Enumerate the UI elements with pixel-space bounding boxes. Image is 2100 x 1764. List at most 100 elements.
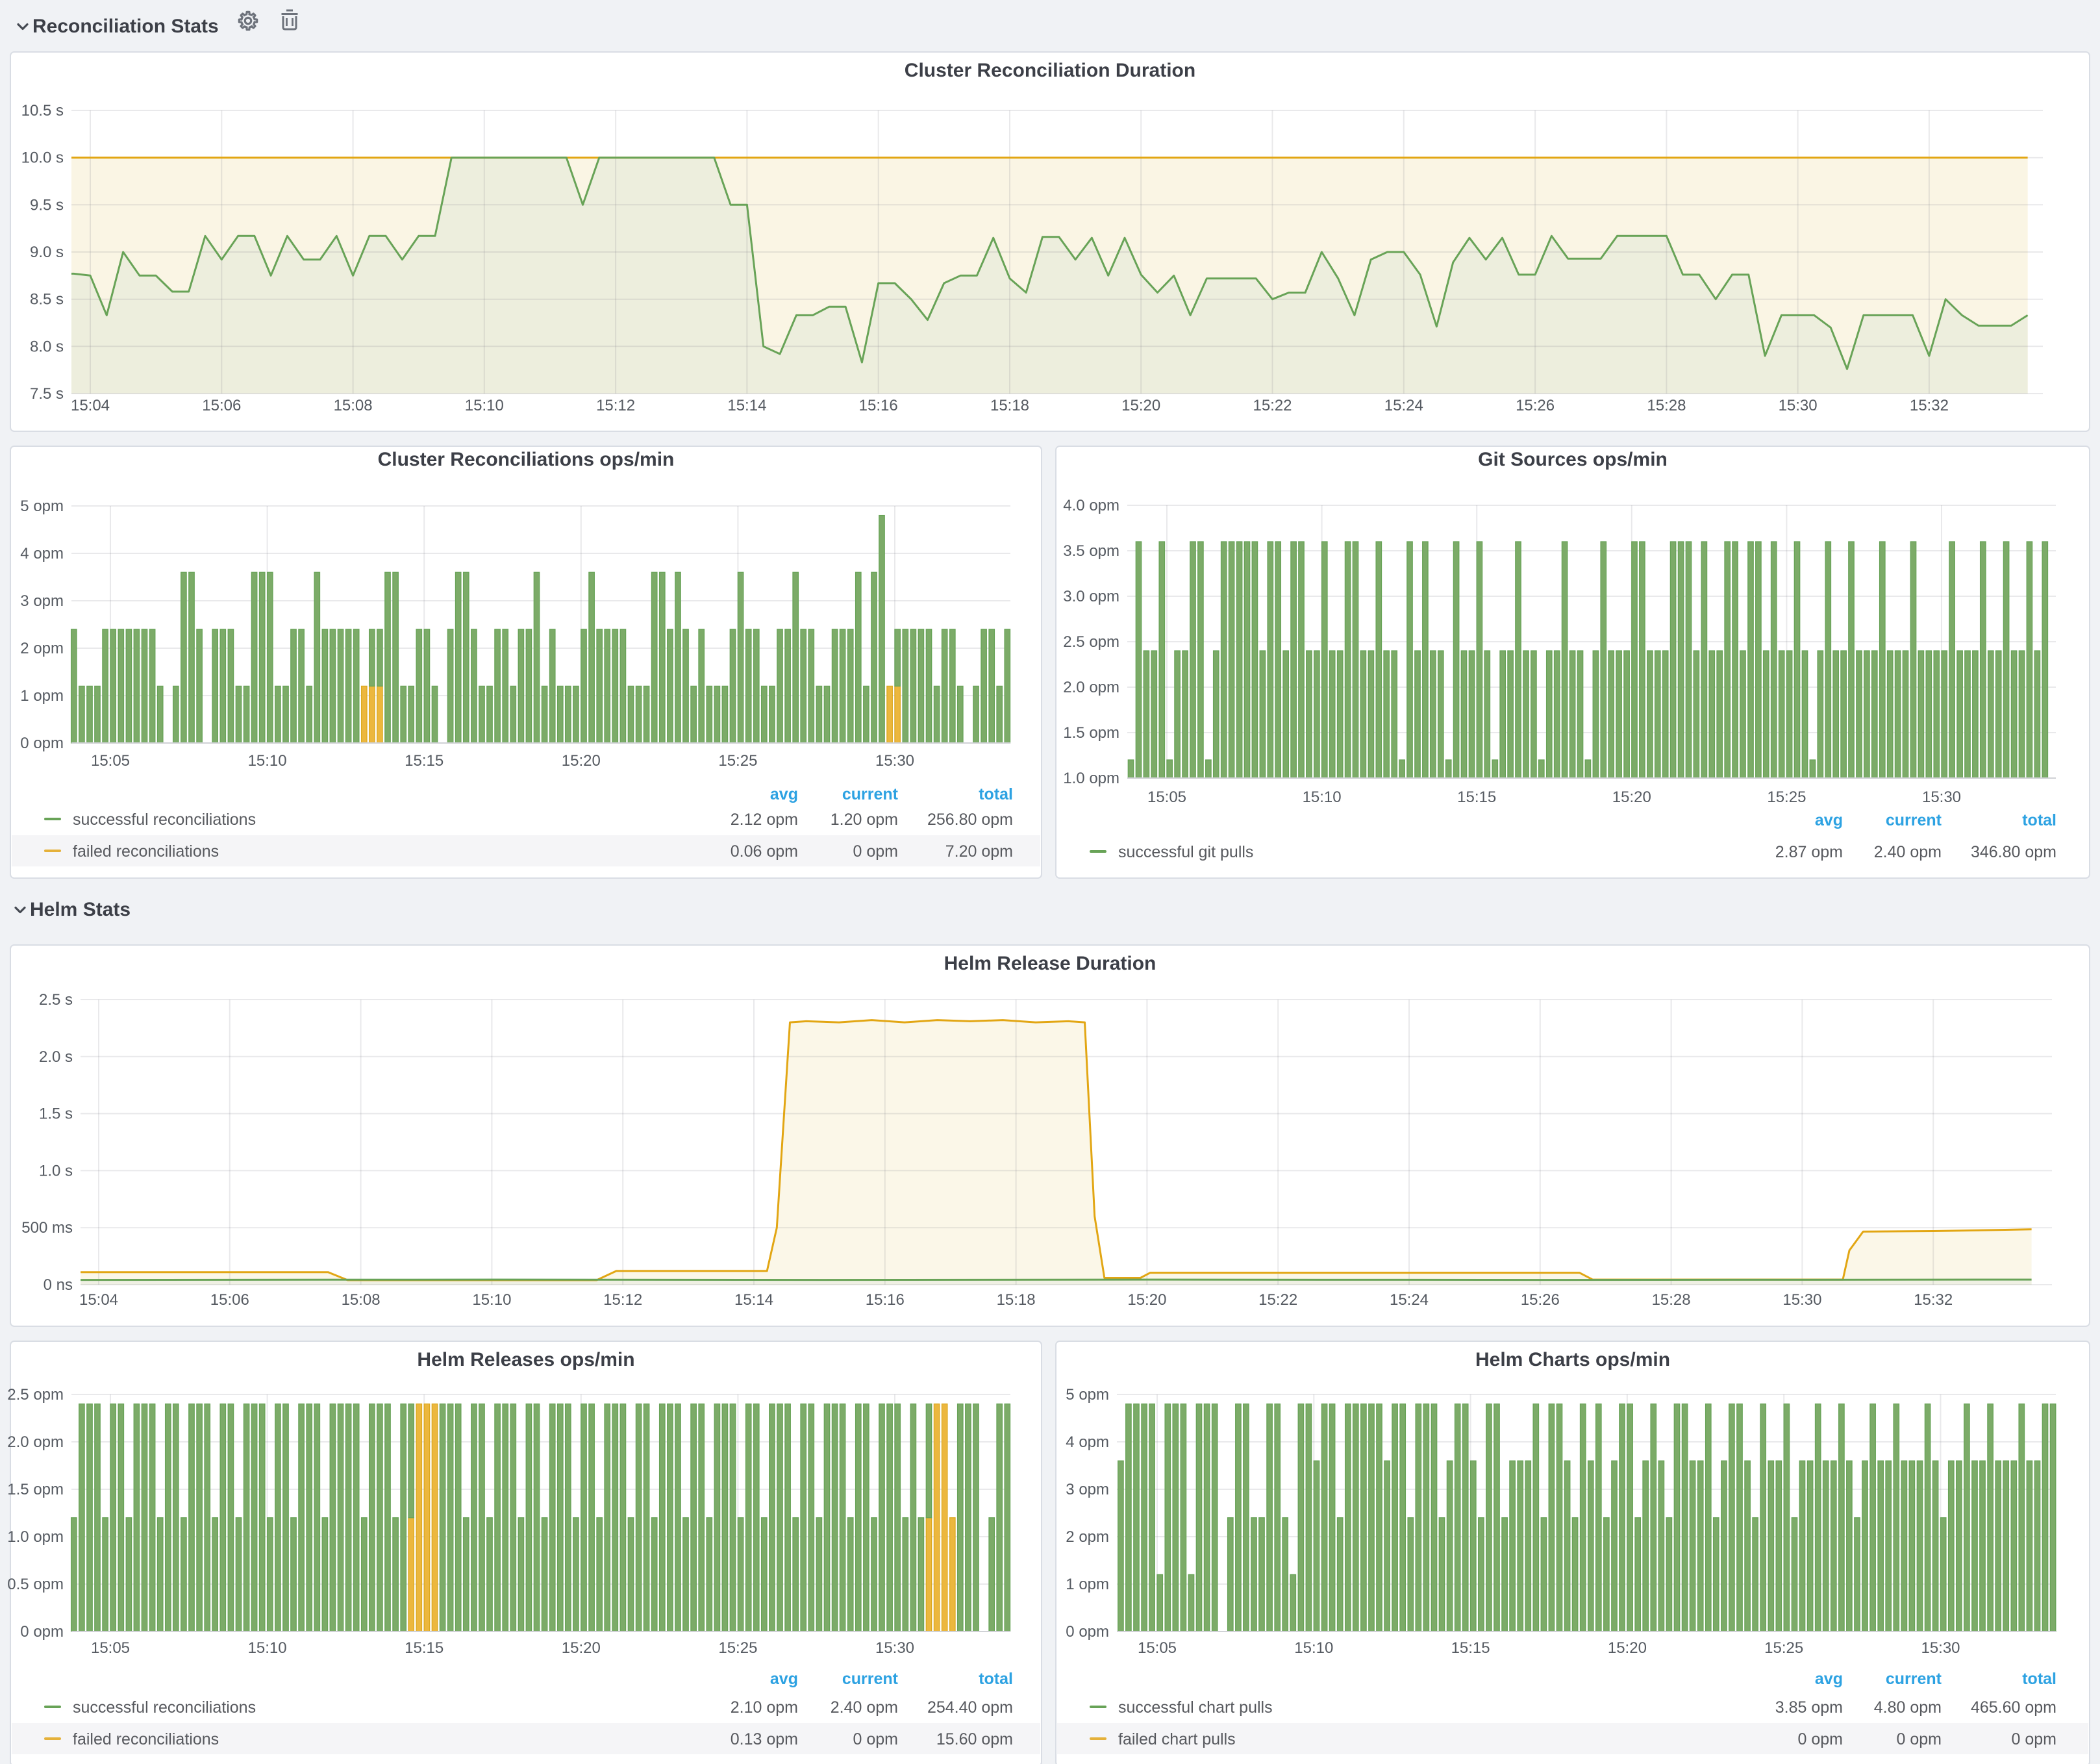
svg-text:15:05: 15:05	[91, 752, 130, 770]
svg-text:10.5 s: 10.5 s	[21, 102, 64, 120]
svg-text:Helm Charts ops/min: Helm Charts ops/min	[1475, 1349, 1670, 1370]
svg-text:15:28: 15:28	[1652, 1291, 1691, 1309]
svg-text:15:25: 15:25	[718, 1639, 757, 1657]
svg-text:total: total	[979, 1670, 1013, 1688]
svg-text:2 opm: 2 opm	[20, 640, 64, 657]
svg-text:4 opm: 4 opm	[20, 545, 64, 562]
svg-text:3.0 opm: 3.0 opm	[1063, 588, 1119, 605]
svg-text:15:26: 15:26	[1521, 1291, 1560, 1309]
svg-text:2.87 opm: 2.87 opm	[1775, 843, 1843, 861]
svg-text:15.60 opm: 15.60 opm	[936, 1730, 1013, 1748]
svg-text:0.5 opm: 0.5 opm	[7, 1576, 64, 1593]
svg-text:15:18: 15:18	[990, 397, 1029, 414]
svg-text:2 opm: 2 opm	[1066, 1528, 1109, 1546]
svg-text:Helm Stats: Helm Stats	[30, 899, 131, 920]
svg-text:15:04: 15:04	[71, 397, 110, 414]
svg-text:256.80 opm: 256.80 opm	[927, 811, 1013, 829]
svg-text:8.0 s: 8.0 s	[30, 338, 64, 355]
svg-text:15:15: 15:15	[405, 752, 444, 770]
svg-text:0 opm: 0 opm	[20, 735, 64, 752]
svg-text:Cluster Reconciliations ops/mi: Cluster Reconciliations ops/min	[378, 449, 675, 470]
svg-text:1.5 s: 1.5 s	[39, 1105, 73, 1123]
svg-text:15:15: 15:15	[1451, 1639, 1490, 1657]
svg-text:2.0 s: 2.0 s	[39, 1048, 73, 1066]
svg-text:successful reconciliations: successful reconciliations	[73, 1698, 256, 1717]
svg-text:346.80 opm: 346.80 opm	[1971, 843, 2056, 861]
svg-text:2.5 opm: 2.5 opm	[1063, 633, 1119, 651]
svg-text:15:25: 15:25	[718, 752, 757, 770]
svg-text:15:08: 15:08	[342, 1291, 381, 1309]
svg-text:3 opm: 3 opm	[20, 592, 64, 610]
svg-text:3.85 opm: 3.85 opm	[1775, 1698, 1843, 1717]
svg-text:15:16: 15:16	[866, 1291, 905, 1309]
svg-text:1.0 opm: 1.0 opm	[7, 1528, 64, 1546]
svg-text:3.5 opm: 3.5 opm	[1063, 542, 1119, 560]
svg-text:15:20: 15:20	[1612, 788, 1651, 806]
svg-text:15:18: 15:18	[997, 1291, 1036, 1309]
svg-text:avg: avg	[1815, 811, 1843, 829]
svg-text:15:24: 15:24	[1384, 397, 1423, 414]
svg-text:2.0 opm: 2.0 opm	[1063, 679, 1119, 696]
svg-text:15:20: 15:20	[562, 752, 601, 770]
svg-text:Git Sources ops/min: Git Sources ops/min	[1478, 449, 1668, 470]
svg-text:15:14: 15:14	[734, 1291, 773, 1309]
svg-text:9.0 s: 9.0 s	[30, 244, 64, 261]
svg-text:1.5 opm: 1.5 opm	[1063, 724, 1119, 742]
svg-text:1 opm: 1 opm	[1066, 1576, 1109, 1593]
svg-text:15:26: 15:26	[1516, 397, 1555, 414]
svg-text:15:06: 15:06	[210, 1291, 249, 1309]
svg-text:2.40 opm: 2.40 opm	[831, 1698, 898, 1717]
svg-text:15:15: 15:15	[1457, 788, 1496, 806]
svg-text:15:05: 15:05	[1147, 788, 1186, 806]
svg-text:0 opm: 0 opm	[20, 1623, 64, 1641]
svg-text:15:20: 15:20	[1127, 1291, 1166, 1309]
svg-text:4.80 opm: 4.80 opm	[1874, 1698, 1942, 1717]
svg-text:7.20 opm: 7.20 opm	[945, 842, 1013, 861]
svg-text:8.5 s: 8.5 s	[30, 291, 64, 309]
svg-text:current: current	[842, 785, 899, 803]
svg-text:15:10: 15:10	[1294, 1639, 1333, 1657]
svg-text:15:15: 15:15	[405, 1639, 444, 1657]
svg-text:failed reconciliations: failed reconciliations	[73, 842, 219, 861]
svg-text:15:12: 15:12	[603, 1291, 642, 1309]
svg-text:total: total	[2022, 811, 2056, 829]
svg-text:avg: avg	[770, 1670, 798, 1688]
svg-text:0 opm: 0 opm	[1897, 1730, 1942, 1748]
svg-text:2.40 opm: 2.40 opm	[1874, 843, 1942, 861]
svg-text:15:30: 15:30	[1922, 788, 1961, 806]
svg-text:15:25: 15:25	[1767, 788, 1806, 806]
svg-text:254.40 opm: 254.40 opm	[927, 1698, 1013, 1717]
svg-text:15:10: 15:10	[1303, 788, 1342, 806]
svg-text:15:25: 15:25	[1764, 1639, 1803, 1657]
svg-text:current: current	[1886, 1670, 1942, 1688]
svg-text:failed reconciliations: failed reconciliations	[73, 1730, 219, 1748]
svg-text:15:30: 15:30	[875, 1639, 914, 1657]
svg-text:15:12: 15:12	[596, 397, 635, 414]
svg-text:15:24: 15:24	[1390, 1291, 1429, 1309]
svg-text:0 opm: 0 opm	[2012, 1730, 2056, 1748]
svg-text:15:06: 15:06	[202, 397, 241, 414]
svg-text:15:20: 15:20	[1121, 397, 1160, 414]
svg-text:4 opm: 4 opm	[1066, 1433, 1109, 1451]
svg-text:1.0 s: 1.0 s	[39, 1162, 73, 1179]
svg-text:15:05: 15:05	[1138, 1639, 1177, 1657]
svg-text:0 opm: 0 opm	[853, 1730, 898, 1748]
svg-text:7.5 s: 7.5 s	[30, 385, 64, 403]
svg-text:2.12 opm: 2.12 opm	[731, 811, 798, 829]
svg-text:1.0 opm: 1.0 opm	[1063, 770, 1119, 787]
svg-text:15:22: 15:22	[1258, 1291, 1297, 1309]
svg-text:15:14: 15:14	[727, 397, 766, 414]
svg-text:1.5 opm: 1.5 opm	[7, 1481, 64, 1498]
svg-text:Reconciliation Stats: Reconciliation Stats	[32, 16, 219, 37]
svg-text:10.0 s: 10.0 s	[21, 149, 64, 167]
svg-text:15:30: 15:30	[1782, 1291, 1821, 1309]
svg-text:Helm Releases ops/min: Helm Releases ops/min	[417, 1349, 634, 1370]
svg-text:0 ns: 0 ns	[44, 1276, 73, 1294]
svg-text:2.5 s: 2.5 s	[39, 991, 73, 1009]
svg-text:15:10: 15:10	[472, 1291, 511, 1309]
svg-text:15:22: 15:22	[1253, 397, 1292, 414]
svg-text:5 opm: 5 opm	[20, 498, 64, 515]
svg-text:3 opm: 3 opm	[1066, 1481, 1109, 1498]
svg-text:0.06 opm: 0.06 opm	[731, 842, 798, 861]
svg-text:15:32: 15:32	[1910, 397, 1949, 414]
